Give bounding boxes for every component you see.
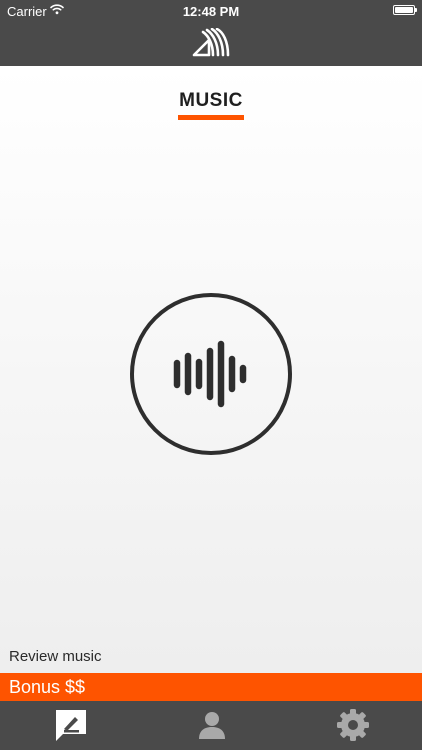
record-music-button[interactable] — [130, 293, 292, 455]
nav-bar — [0, 22, 422, 66]
section-tab: MUSIC — [0, 90, 422, 120]
tab-write-review[interactable] — [0, 701, 140, 750]
main-content: MUSIC Review music — [0, 66, 422, 673]
clock: 12:48 PM — [182, 4, 240, 19]
tab-music[interactable]: MUSIC — [178, 90, 244, 120]
write-review-icon — [56, 710, 86, 741]
bonus-banner[interactable]: Bonus $$ — [0, 673, 422, 701]
review-music-label: Review music — [9, 648, 102, 665]
tab-profile[interactable] — [141, 701, 281, 750]
app-logo-icon — [192, 28, 230, 57]
status-bar: Carrier 12:48 PM — [0, 0, 422, 22]
battery-icon — [393, 5, 417, 15]
tab-settings[interactable] — [282, 701, 422, 750]
settings-gear-icon — [337, 709, 369, 741]
sound-wave-icon — [173, 340, 247, 408]
tab-bar — [0, 701, 422, 750]
profile-icon — [199, 712, 225, 739]
